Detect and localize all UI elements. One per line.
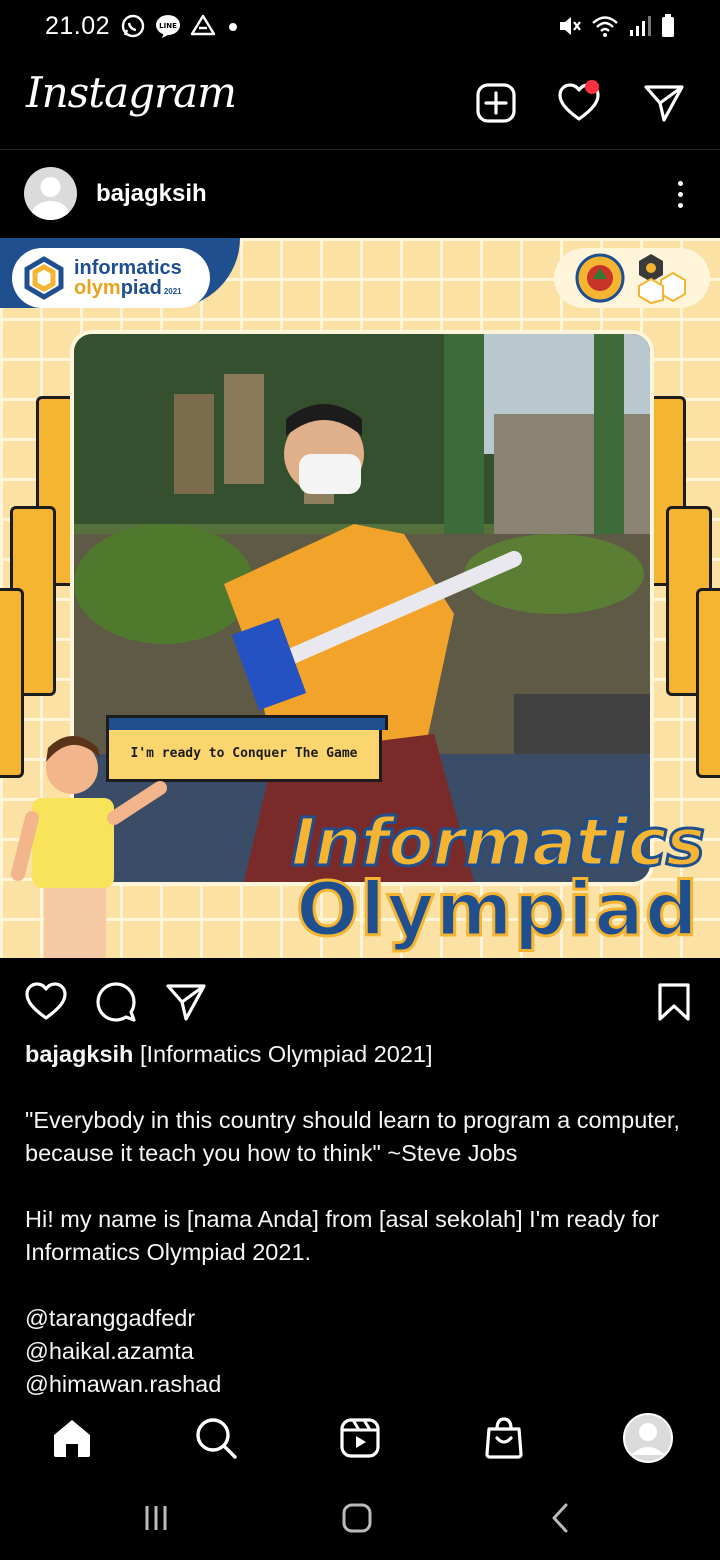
logo-line1: informatics <box>74 257 182 279</box>
bottom-navigation <box>0 1398 720 1478</box>
direct-messages-button[interactable] <box>641 80 687 126</box>
post-actions <box>0 962 720 1038</box>
save-button[interactable] <box>650 978 698 1026</box>
back-icon <box>552 1503 568 1533</box>
status-system-icons <box>556 12 676 40</box>
more-options-button[interactable] <box>670 174 690 214</box>
post-image-title: Informatics Olympiad <box>289 804 706 953</box>
share-button[interactable] <box>162 978 210 1026</box>
logo-line2-a: olym <box>74 277 121 299</box>
home-button-icon <box>342 1503 372 1533</box>
recents-button[interactable] <box>136 1498 176 1538</box>
default-avatar-icon <box>31 177 70 220</box>
nav-search[interactable] <box>190 1412 242 1464</box>
mention-link[interactable]: @taranggadfedr <box>25 1302 700 1335</box>
status-time: 21.02 <box>45 12 111 40</box>
caption-quote-line2: because it teach you how to think" ~Stev… <box>25 1140 518 1166</box>
bookmark-icon <box>658 983 690 1021</box>
svg-text:LINE: LINE <box>159 22 177 30</box>
home-icon <box>54 1420 90 1457</box>
io-hex-logo-icon <box>24 256 64 300</box>
mute-icon <box>560 17 581 35</box>
post-username[interactable]: bajagksih <box>96 180 207 208</box>
profile-icon <box>623 1413 673 1463</box>
recents-icon <box>145 1506 167 1530</box>
drive-icon <box>190 14 216 36</box>
mention-link[interactable]: @haikal.azamta <box>25 1335 700 1368</box>
reels-icon <box>340 1418 380 1458</box>
wifi-icon <box>592 16 618 37</box>
post-caption: bajagksih [Informatics Olympiad 2021] "E… <box>25 1038 700 1401</box>
dot-icon <box>229 23 237 31</box>
back-button[interactable] <box>540 1498 580 1538</box>
caption-intro-line1: Hi! my name is [nama Anda] from [asal se… <box>25 1206 660 1232</box>
home-system-button[interactable] <box>337 1498 377 1538</box>
nav-profile[interactable] <box>622 1412 674 1464</box>
new-post-icon <box>476 83 516 123</box>
status-notification-icons: LINE <box>120 12 242 40</box>
caption-quote-line1: "Everybody in this country should learn … <box>25 1107 680 1133</box>
status-bar: 21.02 LINE <box>0 0 720 54</box>
more-dot <box>677 191 683 197</box>
comment-button[interactable] <box>92 978 140 1026</box>
battery-icon <box>662 14 674 37</box>
post-image[interactable]: informatics olympiad 2021 I'm ready to C… <box>0 238 720 958</box>
organizer-badge-icon <box>638 254 686 305</box>
whatsapp-icon <box>121 14 145 38</box>
more-dot <box>677 180 683 186</box>
mention-link[interactable]: @himawan.rashad <box>25 1368 700 1401</box>
logo-year: 2021 <box>163 287 182 296</box>
new-post-button[interactable] <box>473 80 519 126</box>
shop-icon <box>485 1417 523 1459</box>
signal-icon <box>630 16 651 36</box>
comment-icon <box>96 982 136 1022</box>
search-icon <box>196 1418 237 1459</box>
caption-intro-line2: Informatics Olympiad 2021. <box>25 1239 312 1265</box>
avatar[interactable] <box>24 167 77 220</box>
caption-username[interactable]: bajagksih <box>25 1041 133 1067</box>
nav-reels[interactable] <box>334 1412 386 1464</box>
informatics-olympiad-logo: informatics olympiad 2021 <box>12 248 210 308</box>
pillar-decoration <box>696 588 720 778</box>
caption-title: [Informatics Olympiad 2021] <box>139 1041 433 1067</box>
title-line2: Olympiad <box>295 866 700 953</box>
activity-button[interactable] <box>556 80 602 126</box>
logo-line2-b: piad <box>120 277 162 299</box>
nav-shop[interactable] <box>478 1412 530 1464</box>
line-icon: LINE <box>156 15 180 38</box>
direct-icon <box>166 984 206 1021</box>
university-badges <box>554 248 710 308</box>
cartoon-character-illustration <box>11 736 167 958</box>
heart-icon <box>25 982 67 1020</box>
nav-home[interactable] <box>46 1412 98 1464</box>
university-seal-icon <box>575 253 625 303</box>
post-header: bajagksih <box>0 152 720 238</box>
system-navigation <box>0 1478 720 1560</box>
like-button[interactable] <box>22 978 70 1026</box>
more-dot <box>677 202 683 208</box>
app-header: Instagram <box>0 60 720 150</box>
title-line1: Informatics <box>289 804 706 881</box>
notification-dot <box>585 80 599 94</box>
instagram-logo[interactable]: Instagram <box>26 68 237 117</box>
direct-icon <box>644 85 684 122</box>
